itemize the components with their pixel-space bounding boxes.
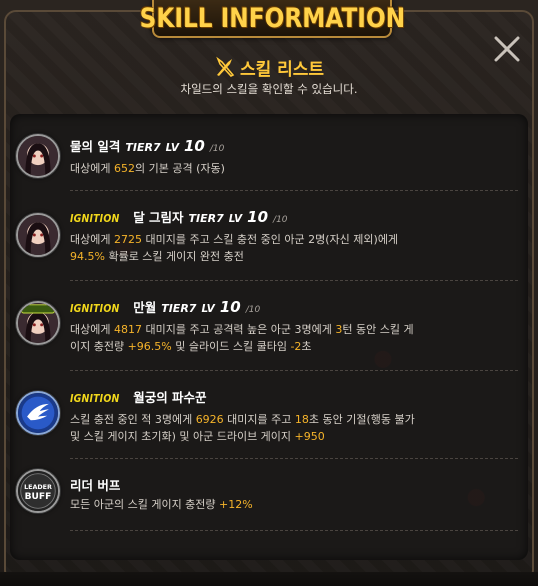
heading-title: 스킬 리스트 <box>239 59 325 80</box>
skill-text: 대미지를 주고 스킬 충전 중인 아군 2명(자신 제외)에게 <box>141 233 399 246</box>
skill-level-label: LV <box>228 213 243 225</box>
skill-text: 의 기본 공격 (자동) <box>134 162 225 175</box>
skill-tier: TIER7 <box>161 302 197 315</box>
skill-value: 6926 <box>195 413 224 426</box>
skill-text: 대상에게 <box>70 323 114 336</box>
skill-title: IGNITION 월궁의 파수꾼 <box>70 387 207 406</box>
skill-value: 2725 <box>113 233 142 246</box>
skill-text: 및 슬라이드 스킬 쿨타임 <box>171 340 291 353</box>
title-banner: SKILL INFORMATION <box>139 0 405 38</box>
skill-name: 만월 <box>133 300 157 315</box>
skill-level: 10 <box>247 208 269 226</box>
leader-buff-icon: LEADER BUFF <box>16 469 60 513</box>
skill-name: 월궁의 파수꾼 <box>133 390 207 405</box>
skill-title: 물의 일격 TIER7 LV 10/10 <box>70 136 224 155</box>
ignition-tag: IGNITION <box>70 392 120 405</box>
skill-title: IGNITION 달 그림자 TIER7 LV 10/10 <box>70 207 288 226</box>
skill-description: 대상에게 2725 대미지를 주고 스킬 충전 중인 아군 2명(자신 제외)에… <box>70 231 430 265</box>
skill-list: 물의 일격 TIER7 LV 10/10 대상에게 652의 기본 공격 (자동)… <box>10 114 528 560</box>
skill-value: +96.5% <box>127 340 172 353</box>
heading-subtitle: 차일드의 스킬을 확인할 수 있습니다. <box>180 82 358 96</box>
skill-text: 대미지를 주고 공격력 높은 아군 3명에게 <box>141 323 336 336</box>
skill-text: 대상에게 <box>70 233 114 246</box>
skill-title: IGNITION 만월 TIER7 LV 10/10 <box>70 297 260 316</box>
child-portrait-icon <box>16 213 60 257</box>
child-portrait-drive-icon <box>16 301 60 345</box>
skill-description: 스킬 충전 중인 적 3명에게 6926 대미지를 주고 18초 동안 기절(행… <box>70 411 420 445</box>
divider <box>70 530 518 531</box>
skill-value: 18 <box>294 413 309 426</box>
section-heading: 스킬 리스트 <box>0 55 538 80</box>
skill-item[interactable]: 물의 일격 TIER7 LV 10/10 대상에게 652의 기본 공격 (자동) <box>10 122 528 191</box>
skill-level-label: LV <box>165 142 179 154</box>
skill-item[interactable]: IGNITION 월궁의 파수꾼 스킬 충전 중인 적 3명에게 6926 대미… <box>10 371 528 459</box>
skill-level: 10 <box>219 298 241 316</box>
leader-badge-line1: LEADER <box>24 484 52 491</box>
skill-tier: TIER7 <box>125 141 161 154</box>
skill-value: 94.5% <box>70 250 105 263</box>
wing-emblem-icon <box>16 391 60 435</box>
skill-name: 리더 버프 <box>70 478 121 493</box>
skill-title: 리더 버프 <box>70 475 120 494</box>
child-portrait-icon <box>16 134 60 178</box>
skill-text: 대미지를 주고 <box>223 413 295 426</box>
bottom-bar <box>0 572 538 586</box>
skill-level-max: /10 <box>209 144 225 154</box>
skill-name: 물의 일격 <box>70 139 121 154</box>
ignition-tag: IGNITION <box>70 212 120 225</box>
skill-level-max: /10 <box>245 305 261 315</box>
skill-text: 모든 아군의 스킬 게이지 충전량 <box>70 498 220 511</box>
skill-item[interactable]: IGNITION 만월 TIER7 LV 10/10 대상에게 4817 대미지를… <box>10 281 528 371</box>
skill-value: 652 <box>113 162 135 175</box>
skill-level-max: /10 <box>273 215 288 225</box>
skill-item[interactable]: LEADER BUFF 리더 버프 모든 아군의 스킬 게이지 충전량 +12% <box>10 459 528 531</box>
skill-value: +950 <box>294 430 325 443</box>
skill-value: +12% <box>219 498 253 511</box>
skill-level: 10 <box>183 137 205 155</box>
crossed-swords-icon <box>216 56 235 77</box>
skill-text: 스킬 충전 중인 적 3명에게 <box>70 413 196 426</box>
skill-text: 대상에게 <box>70 162 114 175</box>
skill-text: 확률로 스킬 게이지 완전 충전 <box>104 250 244 263</box>
skill-tier: TIER7 <box>188 212 224 225</box>
skill-description: 대상에게 652의 기본 공격 (자동) <box>70 160 510 177</box>
skill-name: 달 그림자 <box>133 210 184 225</box>
leader-badge-line2: BUFF <box>25 492 52 502</box>
window-title: SKILL INFORMATION <box>139 2 405 34</box>
skill-level-label: LV <box>201 303 215 315</box>
skill-value: -2 <box>290 340 302 353</box>
skill-text: 초 <box>301 340 312 353</box>
skill-description: 대상에게 4817 대미지를 주고 공격력 높은 아군 3명에게 3턴 동안 스… <box>70 321 420 355</box>
skill-value: 4817 <box>113 323 142 336</box>
skill-description: 모든 아군의 스킬 게이지 충전량 +12% <box>70 496 510 513</box>
skill-item[interactable]: IGNITION 달 그림자 TIER7 LV 10/10 대상에게 2725 대… <box>10 191 528 281</box>
ignition-tag: IGNITION <box>70 302 120 315</box>
